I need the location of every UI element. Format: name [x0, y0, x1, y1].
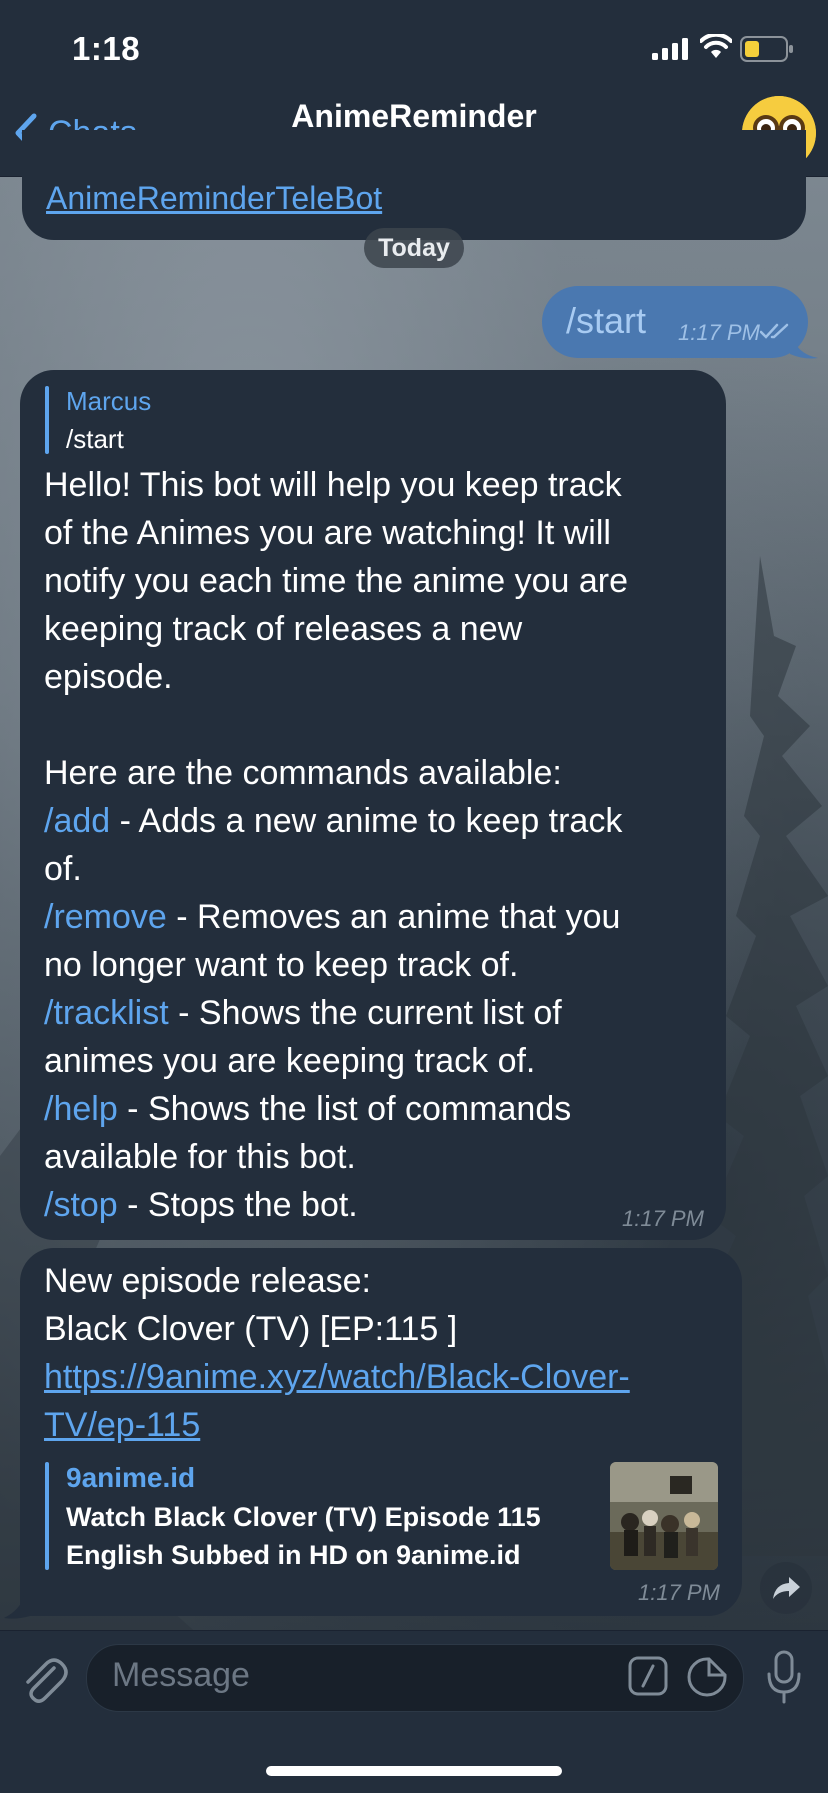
release-line: New episode release:: [44, 1262, 371, 1300]
episode-link[interactable]: https://9anime.xyz/watch/Black-Clover-: [44, 1358, 630, 1397]
link-preview-thumbnail[interactable]: [610, 1462, 718, 1570]
outgoing-message-time: 1:17 PM: [678, 320, 760, 345]
commands-intro: Here are the commands available:: [44, 754, 562, 792]
message-line: episode.: [44, 658, 173, 696]
command-help-desc: - Shows the list of commands: [117, 1090, 572, 1128]
command-remove-link[interactable]: /remove: [44, 898, 167, 936]
bubble-tail-icon: [4, 1596, 30, 1619]
share-arrow-icon: [773, 1577, 800, 1599]
command-help-link[interactable]: /help: [44, 1090, 118, 1128]
status-time: 1:18: [72, 30, 141, 67]
command-stop-link[interactable]: /stop: [44, 1186, 118, 1224]
command-stop-desc: - Stops the bot.: [117, 1186, 358, 1224]
release-message-time: 1:17 PM: [638, 1580, 720, 1605]
reply-quote-bar: [45, 386, 49, 454]
link-preview-site[interactable]: 9anime.id: [66, 1462, 195, 1494]
command-remove-desc: - Removes an anime that you: [166, 898, 621, 936]
command-remove-line: /remove - Removes an anime that you: [44, 898, 620, 937]
link-preview-bar: [45, 1462, 49, 1570]
command-tracklist-cont: animes you are keeping track of.: [44, 1042, 536, 1080]
command-tracklist-link[interactable]: /tracklist: [44, 994, 169, 1032]
command-tracklist-desc: - Shows the current list of: [168, 994, 562, 1032]
command-add-link[interactable]: /add: [44, 802, 110, 840]
link-preview-title-cont[interactable]: English Subbed in HD on 9anime.id: [66, 1540, 521, 1571]
release-line: Black Clover (TV) [EP:115 ]: [44, 1310, 458, 1348]
bot-commands-icon[interactable]: [628, 1656, 668, 1696]
link-preview-title[interactable]: Watch Black Clover (TV) Episode 115: [66, 1502, 541, 1533]
forward-button[interactable]: [760, 1562, 812, 1614]
outgoing-message-text: /start: [566, 300, 647, 341]
command-add-line: /add - Adds a new anime to keep track: [44, 802, 622, 841]
command-help-cont: available for this bot.: [44, 1138, 356, 1176]
sticker-icon[interactable]: [686, 1656, 728, 1698]
battery-icon: [740, 36, 793, 62]
command-help-line: /help - Shows the list of commands: [44, 1090, 571, 1129]
microphone-icon[interactable]: [764, 1648, 804, 1708]
command-add-desc: - Adds a new anime to keep track: [110, 802, 623, 840]
message-line: of the Animes you are watching! It will: [44, 514, 611, 552]
message-line: Hello! This bot will help you keep track: [44, 466, 622, 504]
bubble-tail-icon: [790, 332, 818, 359]
command-remove-cont: no longer want to keep track of.: [44, 946, 519, 984]
command-tracklist-line: /tracklist - Shows the current list of: [44, 994, 562, 1033]
reply-author[interactable]: Marcus: [66, 386, 151, 417]
command-stop-line: /stop - Stops the bot.: [44, 1186, 358, 1225]
message-placeholder: Message: [112, 1656, 250, 1694]
welcome-message-time: 1:17 PM: [622, 1206, 704, 1231]
cellular-signal-icon: [652, 38, 688, 60]
command-add-cont: of.: [44, 850, 82, 888]
status-bar: 1:18: [0, 0, 828, 88]
double-check-icon: [760, 323, 789, 339]
bot-username-link[interactable]: AnimeReminderTeleBot: [46, 180, 382, 217]
reply-text: /start: [66, 424, 124, 454]
date-divider: Today: [364, 228, 464, 268]
message-line: notify you each time the anime you are: [44, 562, 628, 600]
paperclip-icon[interactable]: [18, 1652, 68, 1706]
episode-link-cont[interactable]: TV/ep-115: [44, 1406, 200, 1445]
message-line: keeping track of releases a new: [44, 610, 523, 648]
home-indicator[interactable]: [266, 1766, 562, 1776]
wifi-icon: [700, 34, 732, 58]
anime-thumbnail-image: [610, 1462, 718, 1570]
